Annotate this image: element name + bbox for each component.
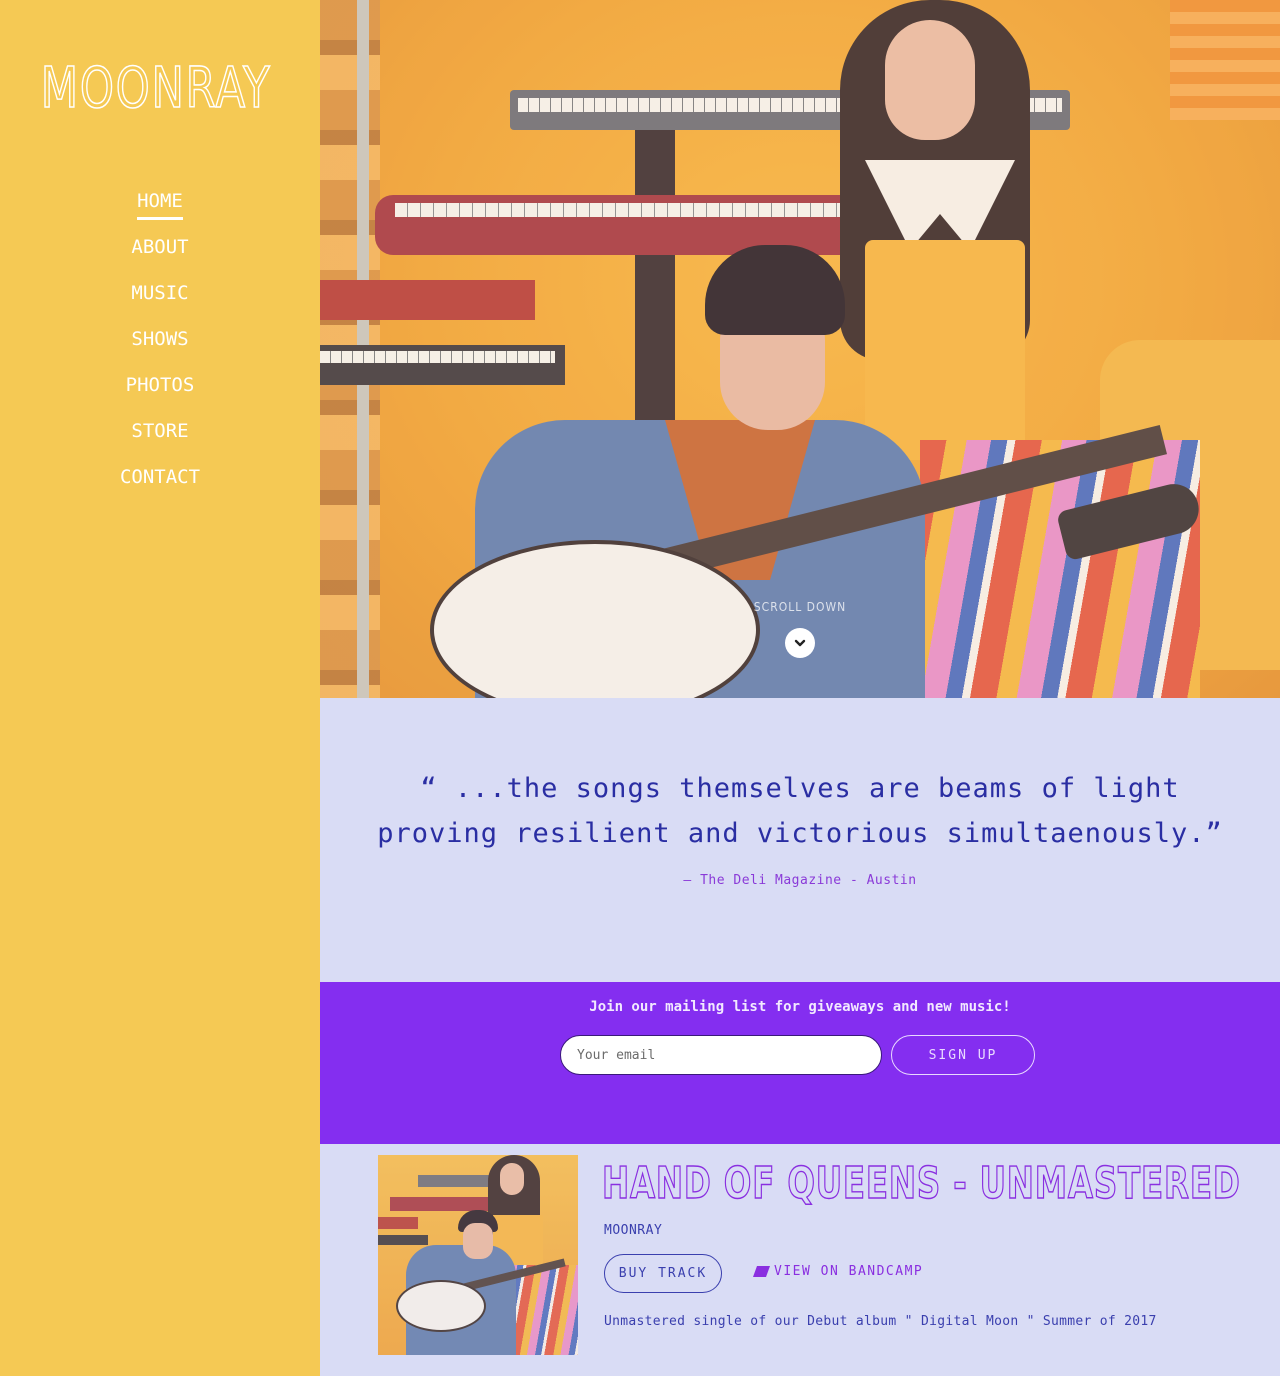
press-quote: “ ...the songs themselves are beams of l… xyxy=(320,698,1280,982)
track-artist: MOONRAY xyxy=(604,1223,663,1238)
featured-track: HAND OF QUEENS - UNMASTERED MOONRAY BUY … xyxy=(320,1144,1280,1376)
bandcamp-icon xyxy=(753,1266,770,1277)
nav-item-label: SHOWS xyxy=(131,328,189,350)
site-logo[interactable]: MOONRAY xyxy=(22,55,290,122)
chevron-down-icon xyxy=(794,639,806,647)
nav-item-home[interactable]: HOME xyxy=(0,186,320,232)
nav-item-label: ABOUT xyxy=(131,236,189,258)
mailing-list-title: Join our mailing list for giveaways and … xyxy=(589,999,1011,1015)
quote-source: — The Deli Magazine - Austin xyxy=(683,873,917,888)
quote-text: “ ...the songs themselves are beams of l… xyxy=(377,773,1223,849)
track-title: HAND OF QUEENS - UNMASTERED xyxy=(601,1157,1241,1209)
mailing-list: Join our mailing list for giveaways and … xyxy=(320,982,1280,1144)
track-description: Unmastered single of our Debut album " D… xyxy=(604,1314,1157,1329)
album-art[interactable] xyxy=(378,1155,578,1355)
nav-item-label: PHOTOS xyxy=(125,374,195,396)
scroll-down-button[interactable] xyxy=(785,628,815,658)
nav-item-about[interactable]: ABOUT xyxy=(0,232,320,278)
sign-up-button[interactable]: SIGN UP xyxy=(891,1035,1035,1075)
hero-image: SCROLL DOWN xyxy=(320,0,1280,698)
nav-item-label: STORE xyxy=(131,420,189,442)
sidebar: MOONRAY HOME ABOUT MUSIC SHOWS PHOTOS ST… xyxy=(0,0,320,1376)
nav-item-store[interactable]: STORE xyxy=(0,416,320,462)
nav-item-music[interactable]: MUSIC xyxy=(0,278,320,324)
nav-item-shows[interactable]: SHOWS xyxy=(0,324,320,370)
nav-item-photos[interactable]: PHOTOS xyxy=(0,370,320,416)
view-on-bandcamp-link[interactable]: VIEW ON BANDCAMP xyxy=(753,1264,923,1279)
nav-item-label: MUSIC xyxy=(131,282,189,304)
nav-item-label: CONTACT xyxy=(119,466,201,488)
bandcamp-link-label: VIEW ON BANDCAMP xyxy=(774,1264,924,1279)
hero-tint xyxy=(320,0,1280,698)
nav-item-label: HOME xyxy=(137,186,183,220)
email-input[interactable] xyxy=(560,1035,882,1075)
scroll-down-label: SCROLL DOWN xyxy=(753,600,847,614)
buy-track-button[interactable]: BUY TRACK xyxy=(604,1254,722,1293)
main-nav: HOME ABOUT MUSIC SHOWS PHOTOS STORE CONT… xyxy=(0,186,320,508)
nav-item-contact[interactable]: CONTACT xyxy=(0,462,320,508)
